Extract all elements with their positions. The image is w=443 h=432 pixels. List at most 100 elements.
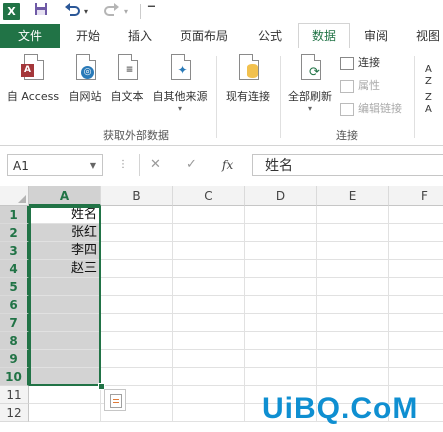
cell[interactable] [173,296,245,314]
resize-handle-icon[interactable]: ⋮ [118,159,128,170]
cell[interactable] [389,368,443,386]
cell[interactable] [389,314,443,332]
row-header[interactable]: 8 [0,332,29,350]
cell[interactable] [173,332,245,350]
cancel-icon[interactable]: ✕ [150,154,161,176]
sort-ascending-button[interactable]: AZ [425,64,432,88]
tab-review[interactable]: 审阅 [352,24,400,48]
cell[interactable] [101,332,173,350]
cell[interactable] [173,404,245,422]
row-header[interactable]: 3 [0,242,29,260]
cell[interactable] [389,332,443,350]
cell[interactable] [317,332,389,350]
cell[interactable] [389,242,443,260]
column-header-d[interactable]: D [245,186,317,206]
column-header-b[interactable]: B [101,186,173,206]
cell[interactable] [245,242,317,260]
cell[interactable] [173,314,245,332]
cell-a[interactable] [29,350,101,368]
cell[interactable] [173,206,245,224]
column-header-f[interactable]: F [389,186,443,206]
cell[interactable] [173,350,245,368]
row-header[interactable]: 7 [0,314,29,332]
cell-a[interactable]: 赵三 [29,260,101,278]
tab-insert[interactable]: 插入 [116,24,164,48]
cell-a[interactable]: 姓名 [29,206,101,224]
cell-a[interactable] [29,332,101,350]
cell-a[interactable] [29,386,101,404]
cell[interactable] [245,278,317,296]
from-text-button[interactable]: ≡ 自文本 [106,54,148,104]
row-header[interactable]: 2 [0,224,29,242]
cell[interactable] [101,278,173,296]
cell[interactable] [389,296,443,314]
enter-icon[interactable]: ✓ [186,154,197,176]
cell[interactable] [389,206,443,224]
row-header[interactable]: 9 [0,350,29,368]
tab-view[interactable]: 视图 [404,24,443,48]
cell-a[interactable] [29,278,101,296]
cell[interactable] [389,224,443,242]
row-header[interactable]: 6 [0,296,29,314]
cell[interactable] [245,350,317,368]
cell[interactable] [245,368,317,386]
column-header-c[interactable]: C [173,186,245,206]
cell[interactable] [101,314,173,332]
cell[interactable] [101,368,173,386]
cell[interactable] [317,350,389,368]
tab-formulas[interactable]: 公式 [246,24,294,48]
cell[interactable] [317,368,389,386]
cell[interactable] [101,224,173,242]
cell[interactable] [173,260,245,278]
row-header[interactable]: 5 [0,278,29,296]
cell[interactable] [101,206,173,224]
quick-analysis-icon[interactable] [104,389,126,411]
select-all-corner[interactable] [0,186,29,206]
row-header[interactable]: 11 [0,386,29,404]
save-icon[interactable] [34,2,48,22]
cell[interactable] [245,260,317,278]
cell[interactable] [101,296,173,314]
from-access-button[interactable]: A 自 Access [4,54,62,104]
cell[interactable] [317,242,389,260]
tab-page-layout[interactable]: 页面布局 [170,24,238,48]
cell[interactable] [245,314,317,332]
undo-icon[interactable] [64,2,80,22]
insert-function-icon[interactable]: fx [222,154,233,176]
cell[interactable] [317,314,389,332]
cell[interactable] [101,260,173,278]
cell[interactable] [173,224,245,242]
row-header[interactable]: 12 [0,404,29,422]
cell-a[interactable] [29,404,101,422]
customize-icon[interactable]: ▔ [148,2,155,22]
cell[interactable] [173,278,245,296]
redo-icon[interactable] [104,2,120,22]
column-header-e[interactable]: E [317,186,389,206]
cell[interactable] [317,296,389,314]
refresh-all-button[interactable]: ⟳ 全部刷新 ▾ [284,54,336,113]
cell[interactable] [173,368,245,386]
formula-input[interactable]: 姓名 [252,154,443,176]
cell[interactable] [317,224,389,242]
undo-dropdown-icon[interactable]: ▾ [84,2,88,22]
cell[interactable] [317,278,389,296]
cell[interactable] [245,224,317,242]
from-web-button[interactable]: ◎ 自网站 [64,54,106,104]
existing-connections-button[interactable]: 现有连接 [220,54,276,104]
tab-file[interactable]: 文件 [0,24,60,48]
edit-links-button[interactable]: 编辑链接 [340,100,402,118]
sort-descending-button[interactable]: ZA [425,92,432,116]
cell-a[interactable]: 李四 [29,242,101,260]
cell[interactable] [245,206,317,224]
cell[interactable] [101,242,173,260]
cell[interactable] [389,260,443,278]
row-header[interactable]: 4 [0,260,29,278]
redo-dropdown-icon[interactable]: ▾ [124,2,128,22]
cell[interactable] [389,350,443,368]
properties-button[interactable]: 属性 [340,77,380,95]
cell[interactable] [317,260,389,278]
cell[interactable] [245,332,317,350]
name-box[interactable]: A1 ▼ [7,154,103,176]
cell[interactable] [101,350,173,368]
cell[interactable] [173,242,245,260]
